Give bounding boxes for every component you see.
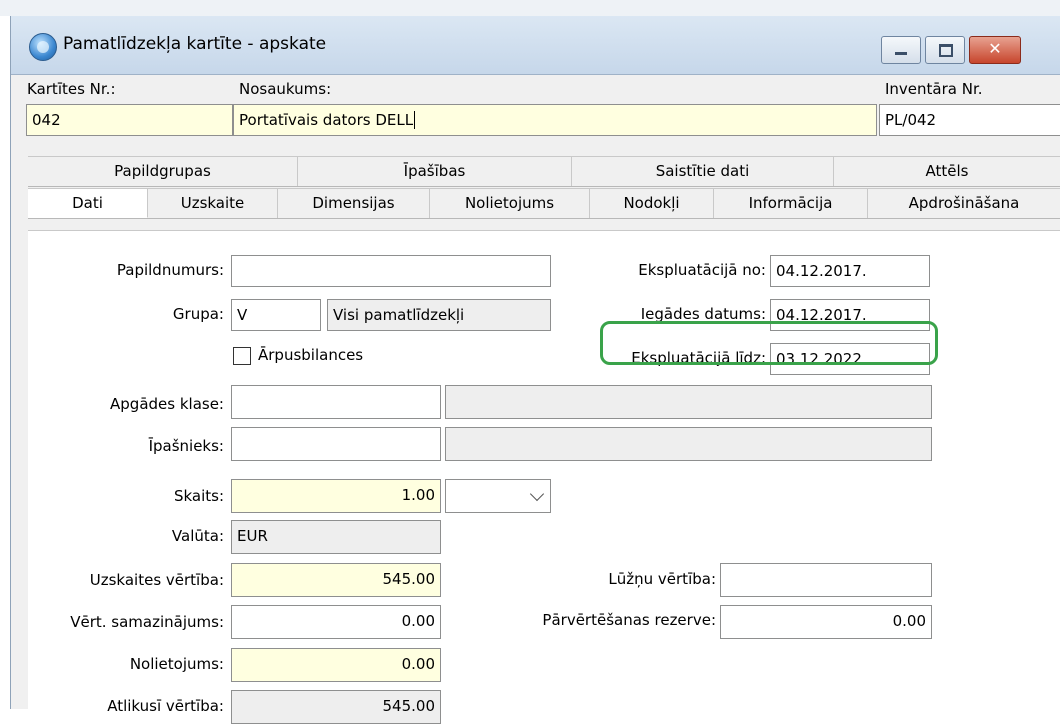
papildnumurs-label: Papildnumurs: bbox=[116, 261, 224, 279]
tab-row-2: Dati Uzskaite Dimensijas Nolietojums Nod… bbox=[28, 188, 1060, 219]
dati-panel: Papildnumurs: Grupa: V Visi pamatlīdzekļ… bbox=[28, 230, 1060, 724]
apgades-klase-label: Apgādes klase: bbox=[110, 395, 224, 413]
title-bar: Pamatlīdzekļa kartīte - apskate ✕ bbox=[11, 16, 1060, 75]
name-label: Nosaukums: bbox=[239, 80, 332, 98]
skaits-field[interactable]: 1.00 bbox=[231, 479, 441, 513]
nolietojums-label: Nolietojums: bbox=[129, 655, 224, 673]
vert-samazinajums-field[interactable]: 0.00 bbox=[231, 605, 441, 639]
valuta-field: EUR bbox=[231, 520, 441, 554]
name-value: Portatīvais dators DELL bbox=[239, 111, 414, 129]
tab-ipasibas[interactable]: Īpašības bbox=[298, 156, 572, 186]
tab-saistitie-dati[interactable]: Saistītie dati bbox=[572, 156, 834, 186]
close-button[interactable]: ✕ bbox=[969, 36, 1021, 64]
ipasnieks-label: Īpašnieks: bbox=[148, 437, 224, 455]
tab-papildgrupas[interactable]: Papildgrupas bbox=[28, 156, 298, 186]
grupa-name-field: Visi pamatlīdzekļi bbox=[327, 299, 551, 331]
arpusbilances-label: Ārpusbilances bbox=[258, 346, 364, 364]
tab-dati[interactable]: Dati bbox=[28, 188, 148, 218]
highlight-annotation bbox=[600, 321, 938, 365]
uzskaites-vertiba-field[interactable]: 545.00 bbox=[231, 563, 441, 597]
chevron-down-icon bbox=[529, 486, 545, 502]
parvertesanas-rezerve-field[interactable]: 0.00 bbox=[720, 605, 932, 639]
tab-nolietojums[interactable]: Nolietojums bbox=[430, 188, 590, 218]
valuta-label: Valūta: bbox=[171, 527, 224, 545]
tab-apdrosinasana[interactable]: Apdrošināšana bbox=[868, 188, 1060, 218]
tab-nodokli[interactable]: Nodokļi bbox=[590, 188, 714, 218]
window-title: Pamatlīdzekļa kartīte - apskate bbox=[63, 34, 327, 54]
minimize-button[interactable] bbox=[881, 36, 921, 64]
vert-samazinajums-label: Vērt. samazinājums: bbox=[70, 613, 224, 631]
grupa-code-field[interactable]: V bbox=[231, 299, 321, 331]
ekspl-no-label: Ekspluatācijā no: bbox=[638, 261, 766, 279]
tab-row-1: Papildgrupas Īpašības Saistītie dati Att… bbox=[28, 156, 1060, 187]
luznu-vertiba-label: Lūžņu vērtība: bbox=[608, 570, 716, 588]
atlikusi-vertiba-field: 545.00 bbox=[231, 690, 441, 724]
atlikusi-vertiba-label: Atlikusī vērtība: bbox=[107, 697, 224, 715]
maximize-button[interactable] bbox=[925, 36, 965, 64]
apgades-klase-field[interactable] bbox=[231, 385, 441, 419]
ekspl-no-field[interactable]: 04.12.2017. bbox=[770, 255, 930, 287]
nolietojums-field[interactable]: 0.00 bbox=[231, 648, 441, 682]
app-icon bbox=[29, 33, 57, 61]
skaits-unit-combo[interactable] bbox=[445, 479, 551, 513]
tab-informacija[interactable]: Informācija bbox=[714, 188, 868, 218]
skaits-label: Skaits: bbox=[173, 487, 224, 505]
arpusbilances-checkbox[interactable] bbox=[233, 347, 251, 365]
luznu-vertiba-field[interactable] bbox=[720, 563, 932, 597]
apgades-klase-desc bbox=[445, 385, 932, 419]
inventory-field[interactable]: PL/042 bbox=[879, 104, 1060, 136]
ipasnieks-desc bbox=[445, 427, 932, 461]
ipasnieks-field[interactable] bbox=[231, 427, 441, 461]
papildnumurs-field[interactable] bbox=[231, 255, 551, 287]
background-strip bbox=[0, 0, 1060, 16]
tab-dimensijas[interactable]: Dimensijas bbox=[278, 188, 430, 218]
parvertesanas-rezerve-label: Pārvērtēšanas rezerve: bbox=[542, 611, 716, 629]
tab-attels[interactable]: Attēls bbox=[834, 156, 1060, 186]
uzskaites-vertiba-label: Uzskaites vērtība: bbox=[89, 571, 224, 589]
grupa-label: Grupa: bbox=[172, 305, 224, 323]
card-no-label: Kartītes Nr.: bbox=[27, 80, 116, 98]
card-no-field[interactable]: 042 bbox=[26, 104, 233, 136]
close-icon: ✕ bbox=[988, 39, 1002, 58]
inventory-label: Inventāra Nr. bbox=[885, 80, 983, 98]
tab-uzskaite[interactable]: Uzskaite bbox=[148, 188, 278, 218]
name-field[interactable]: Portatīvais dators DELL bbox=[233, 104, 877, 136]
